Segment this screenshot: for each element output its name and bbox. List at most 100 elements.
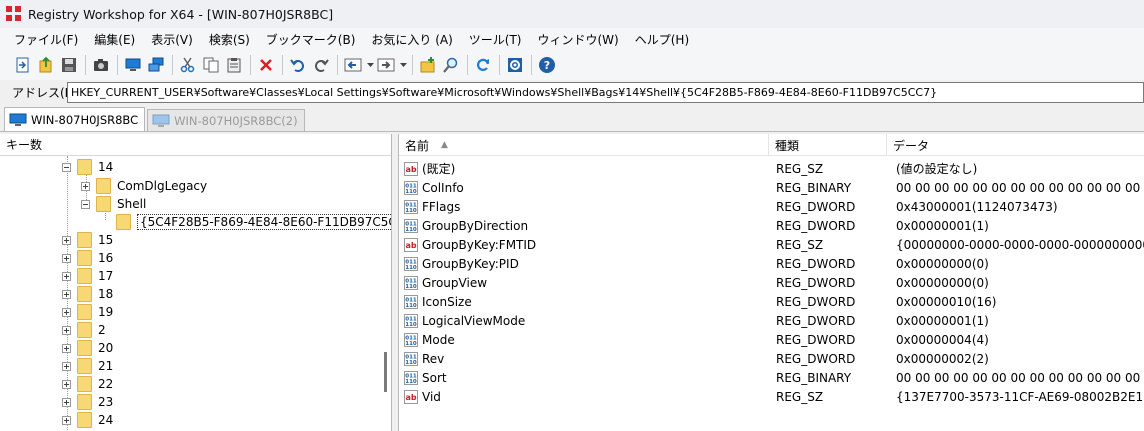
delete-icon[interactable]	[255, 54, 277, 76]
menu-window[interactable]: ウィンドウ(W)	[538, 31, 619, 48]
column-header-data[interactable]: データ	[887, 134, 1144, 156]
address-input[interactable]: HKEY_CURRENT_USER¥Software¥Classes¥Local…	[67, 82, 1144, 103]
expand-icon[interactable]	[62, 289, 71, 299]
expand-icon[interactable]	[62, 325, 71, 335]
cut-icon[interactable]	[177, 54, 199, 76]
value-data: 00 00 00 00 00 00 00 00 00 00 00 00 00 0…	[896, 370, 1144, 385]
folder-icon	[96, 178, 111, 194]
find-icon[interactable]	[440, 54, 462, 76]
expand-icon[interactable]	[62, 271, 71, 281]
folder-icon	[77, 159, 92, 175]
menu-tools[interactable]: ツール(T)	[469, 31, 522, 48]
value-row[interactable]: 011 110 IconSize REG_DWORD 0x00000010(16)	[399, 292, 1144, 311]
expand-icon[interactable]	[62, 415, 71, 425]
tree-item-guid-selected[interactable]: {5C4F28B5-F869-4E84-8E60-F11DB97C5CC7}	[116, 213, 391, 231]
menu-file[interactable]: ファイル(F)	[14, 31, 78, 48]
menu-search[interactable]: 検索(S)	[209, 31, 250, 48]
menu-bookmark[interactable]: ブックマーク(B)	[266, 31, 356, 48]
value-name: (既定)	[422, 162, 456, 176]
collapse-icon[interactable]	[62, 162, 71, 172]
column-header-name[interactable]: 名前 ▲	[399, 134, 769, 156]
tree-item-2[interactable]: 2	[62, 321, 106, 339]
value-row[interactable]: 011 110 LogicalViewMode REG_DWORD 0x00000001…	[399, 311, 1144, 330]
value-row[interactable]: 011 110 Mode REG_DWORD 0x00000004(4)	[399, 330, 1144, 349]
tab-computer-1[interactable]: WIN-807H0JSR8BC	[4, 107, 146, 131]
tree-item-21[interactable]: 21	[62, 357, 113, 375]
value-row[interactable]: 011 110 FFlags REG_DWORD 0x43000001(11240734…	[399, 197, 1144, 216]
export-icon[interactable]	[35, 54, 57, 76]
tree-item-18[interactable]: 18	[62, 285, 113, 303]
open-icon[interactable]	[12, 54, 34, 76]
toolbar-separator	[250, 55, 251, 75]
tree-item-24[interactable]: 24	[62, 411, 113, 429]
value-row[interactable]: 011 110 ColInfo REG_BINARY 00 00 00 00 00 00…	[399, 178, 1144, 197]
value-type: REG_BINARY	[776, 180, 852, 195]
svg-text:ab: ab	[405, 241, 416, 250]
tree-item-16[interactable]: 16	[62, 249, 113, 267]
expand-icon[interactable]	[62, 379, 71, 389]
settings-icon[interactable]	[504, 54, 526, 76]
menu-edit[interactable]: 編集(E)	[94, 31, 135, 48]
connect-computer-icon[interactable]	[122, 54, 144, 76]
svg-text:110: 110	[405, 303, 417, 309]
value-row[interactable]: 011 110 Rev REG_DWORD 0x00000002(2)	[399, 349, 1144, 368]
tree-item-19[interactable]: 19	[62, 303, 113, 321]
menu-help[interactable]: ヘルプ(H)	[635, 31, 689, 48]
expand-icon[interactable]	[62, 397, 71, 407]
value-row[interactable]: 011 110 GroupByDirection REG_DWORD 0x0000000…	[399, 216, 1144, 235]
tree-item-23[interactable]: 23	[62, 393, 113, 411]
refresh-icon[interactable]	[472, 54, 494, 76]
value-list-pane[interactable]: 名前 ▲ 種類 データ ab (既定) REG_SZ (値の設定なし) 011 110 Co…	[398, 134, 1144, 431]
value-row[interactable]: 011 110 GroupByKey:PID REG_DWORD 0x00000000(…	[399, 254, 1144, 273]
tree-item-17[interactable]: 17	[62, 267, 113, 285]
value-type: REG_DWORD	[776, 256, 856, 271]
collapse-icon[interactable]	[81, 199, 90, 209]
value-name-cell: ab (既定)	[404, 159, 769, 178]
redo-icon[interactable]	[310, 54, 332, 76]
new-key-icon[interactable]	[417, 54, 439, 76]
toolbar-separator	[531, 55, 532, 75]
value-row[interactable]: ab (既定) REG_SZ (値の設定なし)	[399, 159, 1144, 178]
expand-icon[interactable]	[81, 181, 90, 191]
value-row[interactable]: ab GroupByKey:FMTID REG_SZ {00000000-0000-0…	[399, 235, 1144, 254]
network-icon[interactable]	[145, 54, 167, 76]
paste-icon[interactable]	[223, 54, 245, 76]
copy-icon[interactable]	[200, 54, 222, 76]
tree-item-20[interactable]: 20	[62, 339, 113, 357]
forward-icon[interactable]	[375, 54, 397, 76]
tab-computer-2[interactable]: WIN-807H0JSR8BC(2)	[147, 109, 305, 131]
column-header-type[interactable]: 種類	[769, 134, 887, 156]
undo-icon[interactable]	[287, 54, 309, 76]
forward-dropdown-icon[interactable]	[398, 54, 408, 76]
tree-item-comdlglegacy[interactable]: ComDlgLegacy	[81, 177, 207, 195]
value-row[interactable]: ab Vid REG_SZ {137E7700-3573-11CF-AE69-0800…	[399, 387, 1144, 406]
camera-icon[interactable]	[90, 54, 112, 76]
tree-item-15[interactable]: 15	[62, 231, 113, 249]
value-row[interactable]: 011 110 GroupView REG_DWORD 0x00000000(0)	[399, 273, 1144, 292]
value-name-cell: 011 110 LogicalViewMode	[404, 311, 769, 330]
value-row[interactable]: 011 110 Sort REG_BINARY 00 00 00 00 00 00 00…	[399, 368, 1144, 387]
value-data: {137E7700-3573-11CF-AE69-08002B2E1262}	[896, 389, 1144, 404]
tree-scrollbar-thumb[interactable]	[384, 352, 387, 392]
value-data: 0x00000000(0)	[896, 256, 989, 271]
value-type: REG_DWORD	[776, 313, 856, 328]
tree-item-22[interactable]: 22	[62, 375, 113, 393]
expand-icon[interactable]	[62, 343, 71, 353]
binary-value-icon: 011110	[404, 351, 418, 366]
expand-icon[interactable]	[62, 361, 71, 371]
expand-icon[interactable]	[62, 253, 71, 263]
menu-favorites[interactable]: お気に入り (A)	[371, 31, 452, 48]
tree-item-shell[interactable]: Shell	[81, 195, 146, 213]
menu-view[interactable]: 表示(V)	[151, 31, 193, 48]
key-tree-pane[interactable]: キー数 14 ComDlgLegacy Shell {5C4F28B5-F869…	[0, 134, 392, 431]
value-type: REG_DWORD	[776, 275, 856, 290]
tree-item-14[interactable]: 14	[62, 158, 113, 176]
expand-icon[interactable]	[62, 307, 71, 317]
value-data: {00000000-0000-0000-0000-000000000000}	[896, 237, 1144, 252]
back-dropdown-icon[interactable]	[365, 54, 375, 76]
help-icon[interactable]: ?	[536, 54, 558, 76]
save-icon[interactable]	[58, 54, 80, 76]
back-icon[interactable]	[342, 54, 364, 76]
binary-value-icon: 011110	[404, 370, 418, 385]
expand-icon[interactable]	[62, 235, 71, 245]
